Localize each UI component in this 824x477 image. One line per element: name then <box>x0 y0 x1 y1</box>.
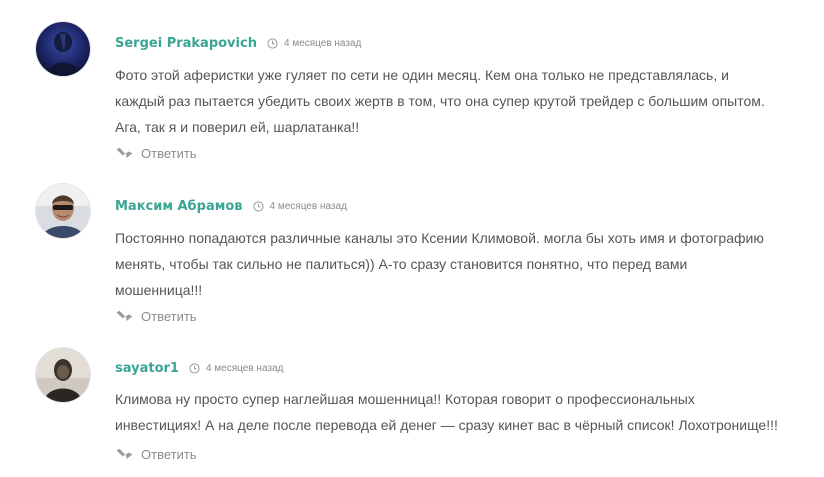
comment-line: Климова ну просто супер наглейшая мошенн… <box>115 391 695 407</box>
comment-line: Постоянно попадаются различные каналы эт… <box>115 230 764 246</box>
comment-line: Фото этой аферистки уже гуляет по сети н… <box>115 67 729 83</box>
comment-line: мошенница!!! <box>115 282 203 298</box>
reply-button[interactable]: Ответить <box>116 143 197 163</box>
comment-text: Климова ну просто супер наглейшая мошенн… <box>115 386 805 438</box>
comment-line: менять, чтобы так сильно не палиться)) А… <box>115 256 688 272</box>
comment-line: каждый раз пытается убедить своих жертв … <box>115 93 765 109</box>
comment-time[interactable]: 4 месяцев назад <box>252 200 347 212</box>
clock-icon <box>267 37 278 49</box>
time-label: 4 месяцев назад <box>283 37 362 49</box>
author-name[interactable]: Sergei Prakapovich <box>115 36 257 51</box>
time-label: 4 месяцев назад <box>205 362 284 374</box>
reply-label: Ответить <box>141 145 197 161</box>
comment-meta: Sergei Prakapovich 4 месяцев назад <box>115 33 361 53</box>
time-label: 4 месяцев назад <box>269 200 347 212</box>
comment-text: Постоянно попадаются различные каналы эт… <box>115 225 805 303</box>
comment-text: Фото этой аферистки уже гуляет по сети н… <box>115 62 805 140</box>
comment-line: Ага, так я и поверил ей, шарлатанка!! <box>115 119 360 135</box>
reply-arrow-icon <box>116 310 133 321</box>
comment-time[interactable]: 4 месяцев назад <box>189 363 283 374</box>
reply-arrow-icon <box>116 448 133 459</box>
avatar[interactable] <box>36 22 90 76</box>
clock-icon <box>189 362 200 374</box>
reply-label: Ответить <box>141 308 197 324</box>
author-name[interactable]: sayator1 <box>115 361 179 376</box>
reply-arrow-icon <box>116 147 133 158</box>
author-name[interactable]: Максим Абрамов <box>115 199 243 214</box>
reply-button[interactable]: Ответить <box>116 444 197 464</box>
comment-line: инвестициях! А на деле после перевода ей… <box>115 417 778 433</box>
reply-label: Ответить <box>141 446 197 462</box>
reply-button[interactable]: Ответить <box>116 306 197 326</box>
clock-icon <box>252 200 264 212</box>
comment-meta: sayator1 4 месяцев назад <box>115 358 283 378</box>
avatar[interactable] <box>36 348 90 402</box>
comment-meta: Максим Абрамов 4 месяцев назад <box>115 196 347 216</box>
avatar[interactable] <box>36 184 90 238</box>
comment-time[interactable]: 4 месяцев назад <box>267 38 361 49</box>
